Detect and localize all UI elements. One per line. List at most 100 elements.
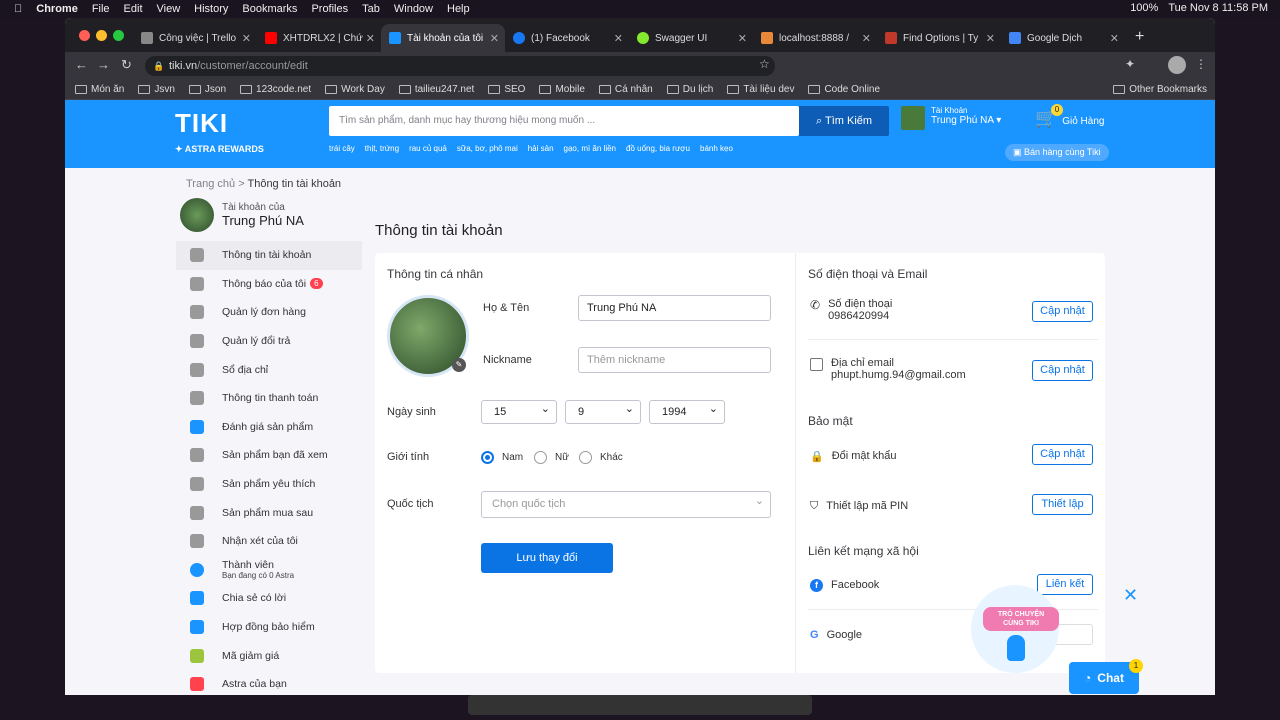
sidebar-item-notifications[interactable]: Thông báo của tôi 6 [176,270,362,299]
setup-pin-button[interactable]: Thiết lập [1032,494,1093,515]
bookmark-jsvn[interactable]: Jsvn [138,84,175,95]
quick-link[interactable]: đồ uống, bia rượu [626,144,690,153]
quick-link[interactable]: trái cây [329,144,355,153]
close-tab-icon[interactable]: ✕ [490,32,499,45]
name-field[interactable]: Trung Phú NA [578,295,771,321]
maximize-window-icon[interactable] [113,30,124,41]
bookmark-star-icon[interactable]: ☆ [759,57,770,71]
edit-avatar-icon[interactable]: ✎ [452,358,466,372]
menu-profiles[interactable]: Profiles [311,3,348,15]
apple-icon[interactable]:  [14,3,22,15]
update-password-button[interactable]: Cập nhật [1032,444,1093,465]
close-tab-icon[interactable]: ✕ [1110,32,1119,45]
gender-other-radio[interactable] [579,451,592,464]
seller-link[interactable]: ▣ Bán hàng cùng Tiki [1005,144,1109,161]
quick-link[interactable]: rau củ quả [409,144,447,153]
tab-localhost[interactable]: localhost:8888 /✕ [753,24,877,52]
menu-help[interactable]: Help [447,3,470,15]
bookmark-du-lich[interactable]: Du lịch [666,84,713,95]
avatar[interactable]: ✎ [387,295,469,377]
more-menu-icon[interactable]: ⋮ [1195,57,1207,71]
sidebar-item-favorites[interactable]: Sản phẩm yêu thích [176,470,362,499]
tiki-logo[interactable]: TIKI [175,108,228,139]
tab-tiki-account[interactable]: Tài khoản của tôi ✕ [381,24,505,52]
minimize-window-icon[interactable] [96,30,107,41]
forward-icon[interactable]: → [97,57,110,72]
update-phone-button[interactable]: Cập nhật [1032,301,1093,322]
bookmark-json[interactable]: Json [188,84,226,95]
link-facebook-button[interactable]: Liên kết [1037,574,1093,595]
bookmark-mobile[interactable]: Mobile [539,84,585,95]
address-bar[interactable]: 🔒 tiki.vn/customer/account/edit [145,56,775,76]
quick-link[interactable]: bánh kẹo [700,144,733,153]
clock[interactable]: Tue Nov 8 11:58 PM [1168,2,1268,14]
extensions-icon[interactable]: ✦ [1125,57,1135,71]
sidebar-item-membership[interactable]: Thành viên Bạn đang có 0 Astra [176,556,362,585]
quick-link[interactable]: gạo, mì ăn liền [564,144,616,153]
sidebar-item-account-info[interactable]: Thông tin tài khoản [176,241,362,270]
menu-edit[interactable]: Edit [124,3,143,15]
tab-find-options[interactable]: Find Options | Ty ✕ [877,24,1001,52]
tab-youtube[interactable]: XHTDRLX2 | Chứ ✕ [257,24,381,52]
day-select[interactable]: 15 [481,398,557,424]
bookmark-123code[interactable]: 123code.net [240,84,311,95]
bookmark-work-day[interactable]: Work Day [325,84,385,95]
sidebar-item-returns[interactable]: Quản lý đổi trả [176,327,362,356]
bookmark-code-online[interactable]: Code Online [808,84,880,95]
cart-button[interactable]: 🛒 0 Giỏ Hàng [1035,104,1104,129]
other-bookmarks[interactable]: Other Bookmarks [1113,84,1207,95]
menu-file[interactable]: File [92,3,110,15]
year-select[interactable]: 1994 [649,398,725,424]
close-tab-icon[interactable]: ✕ [738,32,747,45]
save-button[interactable]: Lưu thay đổi [481,543,613,573]
sidebar-item-reviews[interactable]: Đánh giá sản phẩm [176,413,362,442]
sidebar-item-insurance[interactable]: Hợp đồng bảo hiểm [176,613,362,642]
nationality-select[interactable]: Chọn quốc tịch [481,489,771,518]
search-button[interactable]: ⌕ Tìm Kiếm [799,106,889,136]
reload-icon[interactable]: ↻ [121,57,132,73]
menu-bookmarks[interactable]: Bookmarks [242,3,297,15]
bookmark-tailieu247[interactable]: tailieu247.net [398,84,474,95]
gender-female-radio[interactable] [534,451,547,464]
sidebar-item-coupons[interactable]: Mã giảm giá [176,641,362,670]
menu-view[interactable]: View [157,3,181,15]
tab-google-translate[interactable]: Google Dịch ✕ [1001,24,1125,52]
close-tab-icon[interactable]: ✕ [242,32,251,45]
mac-dock[interactable] [468,695,812,715]
tab-facebook[interactable]: (1) Facebook ✕ [505,24,629,52]
close-tab-icon[interactable]: ✕ [862,32,871,45]
sidebar-item-astra[interactable]: Astra của bạn [176,670,362,695]
quick-link[interactable]: sữa, bơ, phô mai [457,144,518,153]
tab-trello[interactable]: Công việc | Trello ✕ [133,24,257,52]
sidebar-item-payment[interactable]: Thông tin thanh toán [176,384,362,413]
new-tab-icon[interactable]: + [1125,28,1154,52]
close-tab-icon[interactable]: ✕ [986,32,995,45]
nickname-field[interactable]: Thêm nickname [578,347,771,373]
sidebar-item-addresses[interactable]: Sổ địa chỉ [176,355,362,384]
sidebar-item-my-reviews[interactable]: Nhận xét của tôi [176,527,362,556]
close-window-icon[interactable] [79,30,90,41]
account-menu[interactable]: Tài Khoản Trung Phú NA ▾ [901,106,1001,130]
menu-history[interactable]: History [194,3,228,15]
bookmark-tai-lieu-dev[interactable]: Tài liệu dev [727,84,794,95]
close-tab-icon[interactable]: ✕ [614,32,623,45]
menu-chrome[interactable]: Chrome [36,3,78,15]
close-tab-icon[interactable]: ✕ [366,32,375,45]
battery-status[interactable]: 100% [1130,2,1158,14]
back-icon[interactable]: ← [75,57,88,72]
profile-avatar[interactable] [1168,56,1186,74]
bookmark-mon-an[interactable]: Món ăn [75,84,124,95]
month-select[interactable]: 9 [565,398,641,424]
close-icon[interactable]: ✕ [1123,585,1138,606]
quick-link[interactable]: thịt, trứng [365,144,399,153]
search-input[interactable]: Tìm sản phẩm, danh mục hay thương hiệu m… [329,106,799,136]
bookmark-seo[interactable]: SEO [488,84,525,95]
breadcrumb-home[interactable]: Trang chủ [186,178,235,190]
gender-male-radio[interactable] [481,451,494,464]
menu-window[interactable]: Window [394,3,433,15]
quick-link[interactable]: hải sản [528,144,554,153]
update-email-button[interactable]: Cập nhật [1032,360,1093,381]
sidebar-item-orders[interactable]: Quản lý đơn hàng [176,298,362,327]
menu-tab[interactable]: Tab [362,3,380,15]
sidebar-item-buy-later[interactable]: Sản phẩm mua sau [176,498,362,527]
